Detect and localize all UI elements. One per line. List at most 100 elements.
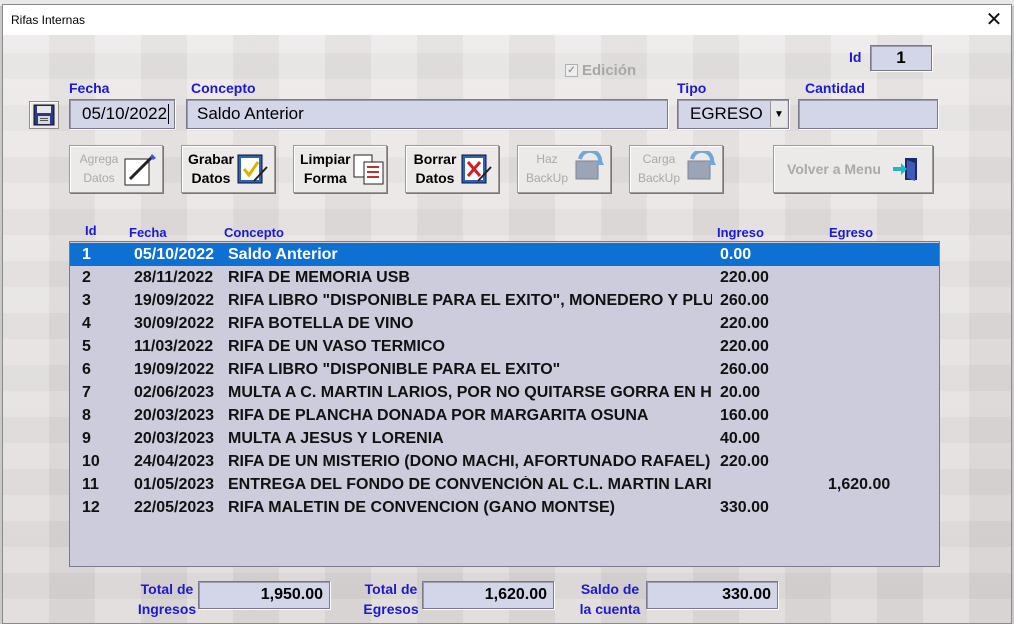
cell-id: 3 [82,292,91,309]
delete-document-icon [461,154,492,184]
total-ingresos-line2: Ingresos [137,601,197,617]
tipo-select[interactable]: EGRESO ▼ [677,99,789,129]
cantidad-input[interactable] [798,99,938,129]
check-document-icon [237,154,268,184]
cell-id: 12 [82,499,100,516]
col-header-egreso: Egreso [829,225,874,240]
cell-id: 6 [82,361,91,378]
col-header-fecha: Fecha [129,225,167,240]
saldo-cuenta-value: 330.00 [646,581,778,609]
checkmark-icon: ✓ [565,64,578,77]
chevron-down-icon[interactable]: ▼ [770,101,787,127]
rifas-window: Rifas Internas ✕ ✓ Edición Id 1 Fecha Co… [2,4,1012,624]
cell-ingreso: 160.00 [720,407,769,424]
cell-fecha: 24/04/2023 [134,453,215,470]
cell-concepto: RIFA DE UN MISTERIO (DONO MACHI, AFORTUN… [228,453,711,470]
grabar-line2: Datos [191,170,231,186]
total-egresos-value: 1,620.00 [422,581,554,609]
list-item[interactable]: 12 22/05/2023 RIFA MALETIN DE CONVENCION (… [70,496,939,519]
id-field[interactable]: 1 [870,45,932,71]
cell-ingreso: 260.00 [720,292,769,309]
list-item[interactable]: 6 19/09/2022 RIFA LIBRO "DISPONIBLE PARA E… [70,358,939,381]
text-caret [168,104,170,124]
list-item[interactable]: 4 30/09/2022 RIFA BOTELLA DE VINO 220.00 [70,312,939,335]
list-item[interactable]: 7 02/06/2023 MULTA A C. MARTIN LARIOS, POR… [70,381,939,404]
list-item[interactable]: 9 20/03/2023 MULTA A JESUS Y LORENIA 40.00 [70,427,939,450]
floppy-disk-icon [33,104,55,126]
cell-id: 2 [82,269,91,286]
records-list[interactable]: 1 05/10/2022 Saldo Anterior 0.00 2 28/11/2022… [69,241,940,567]
haz-backup-button[interactable]: Haz BackUp [517,145,611,193]
cell-id: 11 [82,476,99,493]
concepto-label: Concepto [191,80,256,96]
limpiar-forma-button[interactable]: Limpiar Forma [293,145,387,193]
borrar-line1: Borrar [413,151,457,167]
cell-ingreso: 20.00 [720,384,761,401]
cell-concepto: Saldo Anterior [228,246,338,263]
cell-fecha: 11/03/2022 [134,338,214,355]
cell-ingreso: 220.00 [720,315,769,332]
close-icon[interactable]: ✕ [977,5,1011,35]
list-item[interactable]: 1 05/10/2022 Saldo Anterior 0.00 [70,243,939,266]
concepto-input[interactable]: Saldo Anterior [186,99,668,129]
id-label: Id [849,49,862,65]
list-item[interactable]: 8 20/03/2023 RIFA DE PLANCHA DONADA POR MA… [70,404,939,427]
cell-egreso: 1,620.00 [828,476,891,493]
volver-label: Volver a Menu [787,161,881,177]
save-disk-button[interactable] [29,101,59,129]
volver-menu-button[interactable]: Volver a Menu [773,145,933,193]
cell-fecha: 05/10/2022 [134,246,215,263]
grabar-line1: Grabar [188,151,234,167]
list-item[interactable]: 5 11/03/2022 RIFA DE UN VASO TERMICO 220.00 [70,335,939,358]
window-title: Rifas Internas [11,13,86,27]
fecha-input[interactable]: 05/10/2022 [69,99,175,129]
copy-documents-icon [353,154,384,185]
cantidad-label: Cantidad [805,80,865,96]
cell-concepto: MULTA A JESUS Y LORENIA [228,430,444,447]
total-ingresos-label: Total de Ingresos [137,579,197,619]
list-item[interactable]: 3 19/09/2022 RIFA LIBRO "DISPONIBLE PARA E… [70,289,939,312]
saldo-cuenta-label: Saldo de la cuenta [577,579,643,619]
list-item[interactable]: 10 24/04/2023 RIFA DE UN MISTERIO (DONO MA… [70,450,939,473]
total-egresos-line1: Total de [364,581,418,597]
cell-fecha: 01/05/2023 [134,476,215,493]
cell-id: 7 [82,384,91,401]
borrar-line2: Datos [415,170,455,186]
cell-concepto: RIFA BOTELLA DE VINO [228,315,414,332]
borrar-datos-button[interactable]: Borrar Datos [405,145,499,193]
list-item[interactable]: 2 28/11/2022 RIFA DE MEMORIA USB 220.00 [70,266,939,289]
cell-concepto: RIFA DE PLANCHA DONADA POR MARGARITA OSU… [228,407,649,424]
tipo-label: Tipo [677,80,707,96]
carga-backup-line1: Carga [642,152,676,166]
cell-fecha: 22/05/2023 [134,499,215,516]
cell-ingreso: 40.00 [720,430,761,447]
cell-fecha: 19/09/2022 [134,361,215,378]
list-item[interactable]: 11 01/05/2023 ENTREGA DEL FONDO DE CONVENC… [70,473,939,496]
cell-id: 1 [82,246,91,263]
form-area: ✓ Edición Id 1 Fecha Concepto Tipo Canti… [3,35,1011,623]
limpiar-line2: Forma [303,170,347,186]
total-ingresos-line1: Total de [140,581,194,597]
cell-id: 9 [82,430,91,447]
saldo-line2: la cuenta [579,601,641,617]
fecha-value: 05/10/2022 [82,104,168,123]
carga-backup-button[interactable]: Carga BackUp [629,145,723,193]
cell-id: 8 [82,407,91,424]
agrega-line2: Datos [83,171,115,185]
cell-ingreso: 220.00 [720,453,769,470]
cell-fecha: 28/11/2022 [134,269,214,286]
pen-paper-icon [124,154,156,186]
total-egresos-label: Total de Egresos [361,579,421,619]
grabar-datos-button[interactable]: Grabar Datos [181,145,275,193]
saldo-line1: Saldo de [580,581,640,597]
cell-id: 5 [82,338,91,355]
edicion-checkbox[interactable]: ✓ Edición [565,62,636,79]
fecha-label: Fecha [69,80,110,96]
cell-fecha: 19/09/2022 [134,292,215,309]
cell-ingreso: 330.00 [720,499,769,516]
haz-backup-line1: Haz [536,152,558,166]
agrega-datos-button[interactable]: Agrega Datos [69,145,163,193]
cell-concepto: ENTREGA DEL FONDO DE CONVENCIÓN AL C.L. … [228,476,712,493]
total-ingresos-value: 1,950.00 [198,581,330,609]
cell-ingreso: 260.00 [720,361,769,378]
